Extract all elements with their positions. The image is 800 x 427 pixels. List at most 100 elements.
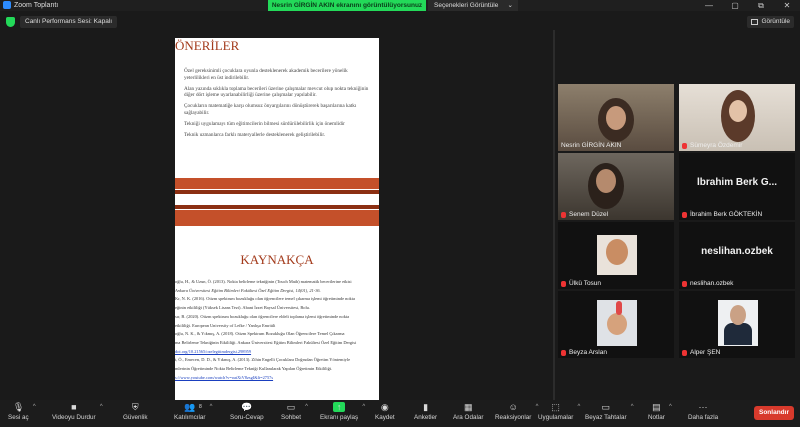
minimize-button[interactable]: — xyxy=(696,0,722,11)
polls-label: Anketler xyxy=(414,414,438,421)
participant-face xyxy=(607,313,627,335)
reference-line: oğlu, H., & Uzun, Ö. (2013). Nokta belir… xyxy=(175,279,352,284)
participant-figure xyxy=(724,323,752,345)
participant-name: Nesrin GİRGİN AKIN xyxy=(561,142,622,149)
participant-tile[interactable]: İbrahim Berk G... İbrahim Berk GÖKTEKİN xyxy=(679,153,795,220)
participant-tile[interactable]: Nesrin GİRGİN AKIN xyxy=(558,84,674,151)
view-options-label: Seçenekleri Görüntüle xyxy=(434,2,499,9)
shield-icon[interactable] xyxy=(6,17,15,27)
meeting-toolbar: 🎙 Sesi aç ^ ■ Videoyu Durdur ^ ⛨ Güvenlik 👥 8 K… xyxy=(0,400,800,427)
window-title: Zoom Toplantı xyxy=(14,1,59,9)
qa-icon: 💬 xyxy=(241,402,253,412)
apps-label: Uygulamalar xyxy=(538,414,574,421)
mic-muted-icon xyxy=(682,211,687,218)
participants-button[interactable]: 👥 8 Katılımcılar ^ xyxy=(174,402,213,421)
mic-muted-icon xyxy=(561,211,566,218)
mic-muted-icon xyxy=(561,349,566,356)
chevron-up-icon[interactable]: ^ xyxy=(578,404,581,410)
view-button[interactable]: Görüntüle xyxy=(747,16,794,28)
maximize-button[interactable]: ▢ xyxy=(722,0,748,11)
chevron-up-icon[interactable]: ^ xyxy=(362,404,365,410)
breakout-rooms-button[interactable]: ▦ Ara Odalar xyxy=(453,402,483,421)
reference-line: etkililiği. European University of Lefke… xyxy=(175,322,276,328)
notes-label: Notlar xyxy=(648,414,665,421)
polls-icon: ▮ xyxy=(423,402,429,412)
participant-tile[interactable]: neslihan.ozbek neslihan.ozbek xyxy=(679,222,795,289)
slide-band xyxy=(175,178,379,189)
participant-name: neslihan.ozbek xyxy=(682,280,733,287)
reactions-icon: ☺ xyxy=(508,402,518,412)
chevron-up-icon[interactable]: ^ xyxy=(305,404,308,410)
participant-tile[interactable]: Ülkü Tosun xyxy=(558,222,674,289)
participant-tile[interactable]: Beyza Arslan xyxy=(558,291,674,358)
stop-video-label: Videoyu Durdur xyxy=(52,414,96,421)
notes-button[interactable]: ▤ Notlar ^ xyxy=(648,402,672,421)
chevron-up-icon[interactable]: ^ xyxy=(100,404,103,410)
mic-muted-icon xyxy=(682,280,687,287)
slide-bullet: Çocukların matematiğe karşı olumsuz önya… xyxy=(184,103,357,116)
record-icon: ◉ xyxy=(380,402,389,412)
participant-display-name: İbrahim Berk G... xyxy=(696,177,778,188)
shield-icon: ⛨ xyxy=(131,402,139,412)
unmute-label: Sesi aç xyxy=(8,414,29,421)
end-meeting-button[interactable]: Sonlandır xyxy=(754,406,794,420)
apps-button[interactable]: ⬚ Uygulamalar ^ xyxy=(538,402,580,421)
restore-button[interactable]: ⧉ xyxy=(748,0,774,11)
whiteboards-button[interactable]: ▭ Beyaz Tahtalar ^ xyxy=(585,402,634,421)
slide-band xyxy=(175,210,379,226)
mic-muted-icon xyxy=(682,142,687,149)
qa-button[interactable]: 💬 Soru-Cevap xyxy=(230,402,264,421)
reference-line: Kr, N. K. (2016). Otizm spektrum bozuklu… xyxy=(175,296,355,302)
participants-label: Katılımcılar xyxy=(174,414,206,421)
participant-tile[interactable]: Alper ŞEN xyxy=(679,291,795,358)
view-options-button[interactable]: Seçenekleri Görüntüle ⌄ xyxy=(428,0,518,11)
participants-icon: 👥 xyxy=(184,402,196,412)
chevron-up-icon[interactable]: ^ xyxy=(631,404,634,410)
participant-tile[interactable]: Sümeyra Özdemir xyxy=(679,84,795,151)
slide-bullet: Alan yazında sıklıkla toplama becerileri… xyxy=(184,85,369,99)
chevron-up-icon[interactable]: ^ xyxy=(669,404,672,410)
reference-line: oğlu, N. K., & Yıkmış, A. (2018). Otizm … xyxy=(175,331,345,337)
participant-face xyxy=(729,100,747,122)
more-icon: ··· xyxy=(698,402,708,412)
slide-title-oneriler: ÖNERİLER xyxy=(175,38,240,53)
share-screen-button[interactable]: ↑ Ekranı paylaş ^ xyxy=(320,402,365,421)
participant-face xyxy=(606,239,628,265)
breakout-rooms-label: Ara Odalar xyxy=(453,414,484,421)
record-button[interactable]: ◉ Kaydet xyxy=(375,402,395,421)
unmute-button[interactable]: 🎙 Sesi aç ^ xyxy=(8,402,36,421)
participant-display-name: neslihan.ozbek xyxy=(701,246,773,257)
slide-bullet: Tekniği uygulamayı tüm eğitimcilerin bil… xyxy=(184,120,345,127)
reference-link[interactable]: doi.org/10.21565/ozelegitimdergisi.29895… xyxy=(175,348,379,357)
reference-line: Ankara Üniversitesi Eğitim Bilimleri Fak… xyxy=(175,287,321,293)
more-button[interactable]: ··· Daha fazla xyxy=(688,402,718,421)
participant-tile[interactable]: Senem Düzel xyxy=(558,153,674,220)
security-button[interactable]: ⛨ Güvenlik xyxy=(123,402,148,421)
slide-title-kaynakca: KAYNAKÇA xyxy=(240,252,314,267)
view-label: Görüntüle xyxy=(761,18,790,25)
chevron-up-icon[interactable]: ^ xyxy=(210,404,213,410)
chevron-up-icon[interactable]: ^ xyxy=(33,404,36,410)
slide-band xyxy=(175,190,379,194)
reactions-label: Reaksiyonlar xyxy=(495,414,532,421)
participant-name: Beyza Arslan xyxy=(561,349,607,356)
polls-button[interactable]: ▮ Anketler xyxy=(414,402,437,421)
window-titlebar: Zoom Toplantı Nesrin GİRGİN AKIN ekranın… xyxy=(0,0,800,11)
window-controls: — ▢ ⧉ ✕ xyxy=(696,0,800,11)
reference-line: sır, B. (2020). Otizm spektrum bozukluğu… xyxy=(175,313,350,319)
shared-screen-slide: ÖNERİLER Özel gereksinimli çocuklara oyu… xyxy=(175,38,379,400)
chat-button[interactable]: ▭ Sohbet ^ xyxy=(281,402,308,421)
app-title: Zoom Toplantı xyxy=(3,1,58,9)
share-screen-icon: ↑ xyxy=(333,402,346,412)
reference-link[interactable]: s://www.youtube.com/watch?v=oatXtV8zsgI&… xyxy=(175,374,379,383)
chat-label: Sohbet xyxy=(281,414,301,421)
panel-divider[interactable] xyxy=(553,30,555,400)
live-performance-audio[interactable]: Canlı Performans Sesi: Kapalı xyxy=(20,16,118,28)
mic-muted-icon xyxy=(561,280,566,287)
slide-bullets: Özel gereksinimli çocuklara oyunla deste… xyxy=(184,68,372,142)
slide-bullet: Teknik uzmanlarca farklı materyallerle d… xyxy=(184,131,326,138)
stop-video-button[interactable]: ■ Videoyu Durdur ^ xyxy=(52,402,103,421)
close-button[interactable]: ✕ xyxy=(774,0,800,11)
reactions-button[interactable]: ☺ Reaksiyonlar ^ xyxy=(495,402,538,421)
participant-face xyxy=(606,106,626,130)
